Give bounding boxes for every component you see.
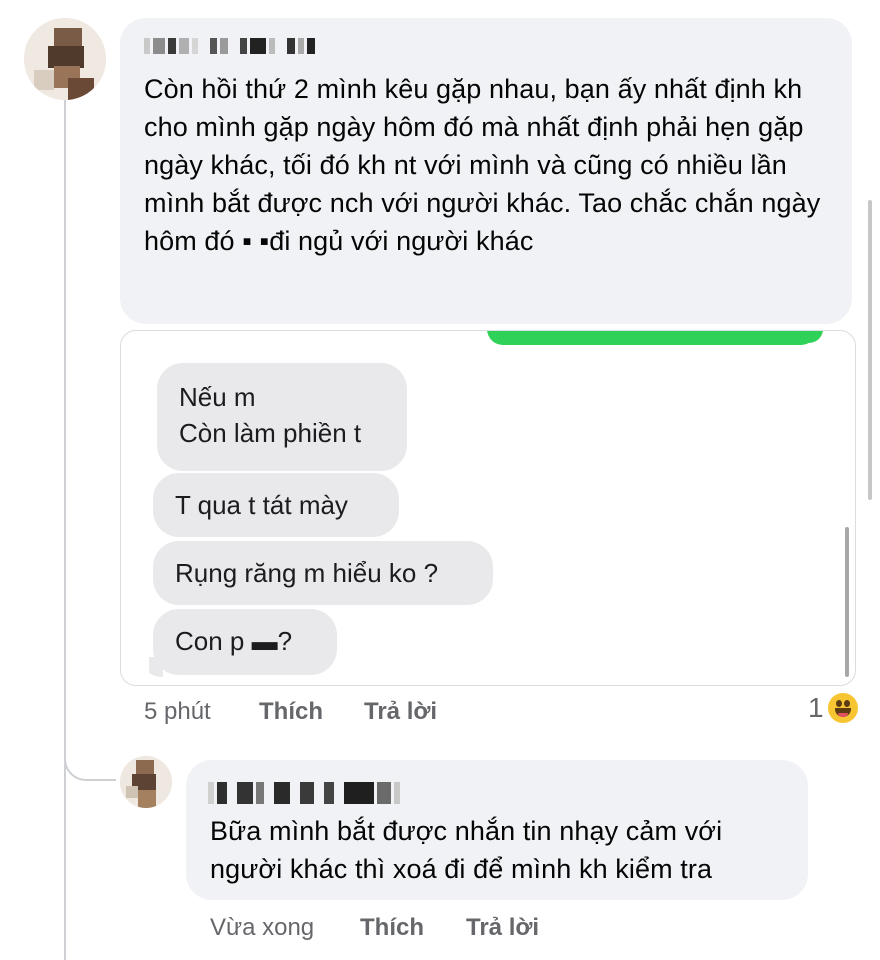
thread-connector (64, 735, 116, 781)
message-text: Còn làm phiền t (179, 418, 362, 448)
reply-bubble: Bữa mình bắt được nhắn tin nhạy cảm với … (186, 760, 808, 900)
comment-time: 5 phút (144, 698, 211, 725)
message-text: Nếu m (179, 382, 256, 412)
outgoing-message-bubble (487, 331, 817, 345)
page-scrollbar[interactable] (868, 200, 872, 500)
screenshot-scrollbar (845, 527, 849, 677)
reply-button[interactable]: Trả lời (364, 698, 437, 726)
author-name-redacted[interactable] (144, 38, 318, 54)
tail-mask (129, 655, 149, 677)
laughing-emoji-icon (828, 693, 859, 723)
message-text: Rụng răng m hiểu ko ? (175, 558, 439, 588)
incoming-message: Nếu m Còn làm phiền t (157, 363, 407, 471)
incoming-message: Con p ▬? (153, 609, 337, 675)
reaction-summary[interactable]: 1 (808, 692, 859, 724)
outgoing-message-tail (809, 331, 823, 343)
avatar[interactable] (120, 756, 172, 808)
comment-text: Còn hồi thứ 2 mình kêu gặp nhau, bạn ấy … (144, 74, 821, 256)
attached-screenshot[interactable]: Nếu m Còn làm phiền t T qua t tát mày Rụ… (120, 330, 856, 686)
reply-button[interactable]: Trả lời (466, 914, 539, 942)
message-text: Con p ▬? (175, 626, 293, 656)
incoming-message: T qua t tát mày (153, 473, 399, 537)
like-button[interactable]: Thích (259, 698, 323, 726)
message-text: T qua t tát mày (175, 490, 348, 520)
comment-bubble: Còn hồi thứ 2 mình kêu gặp nhau, bạn ấy … (120, 18, 852, 324)
reply-time: Vừa xong (210, 914, 315, 941)
thread-line (64, 100, 66, 960)
incoming-message: Rụng răng m hiểu ko ? (153, 541, 493, 605)
reaction-count: 1 (808, 692, 824, 723)
reply-text: Bữa mình bắt được nhắn tin nhạy cảm với … (210, 816, 723, 884)
author-name-redacted[interactable] (208, 782, 403, 804)
like-button[interactable]: Thích (360, 914, 424, 942)
avatar[interactable] (24, 18, 106, 100)
